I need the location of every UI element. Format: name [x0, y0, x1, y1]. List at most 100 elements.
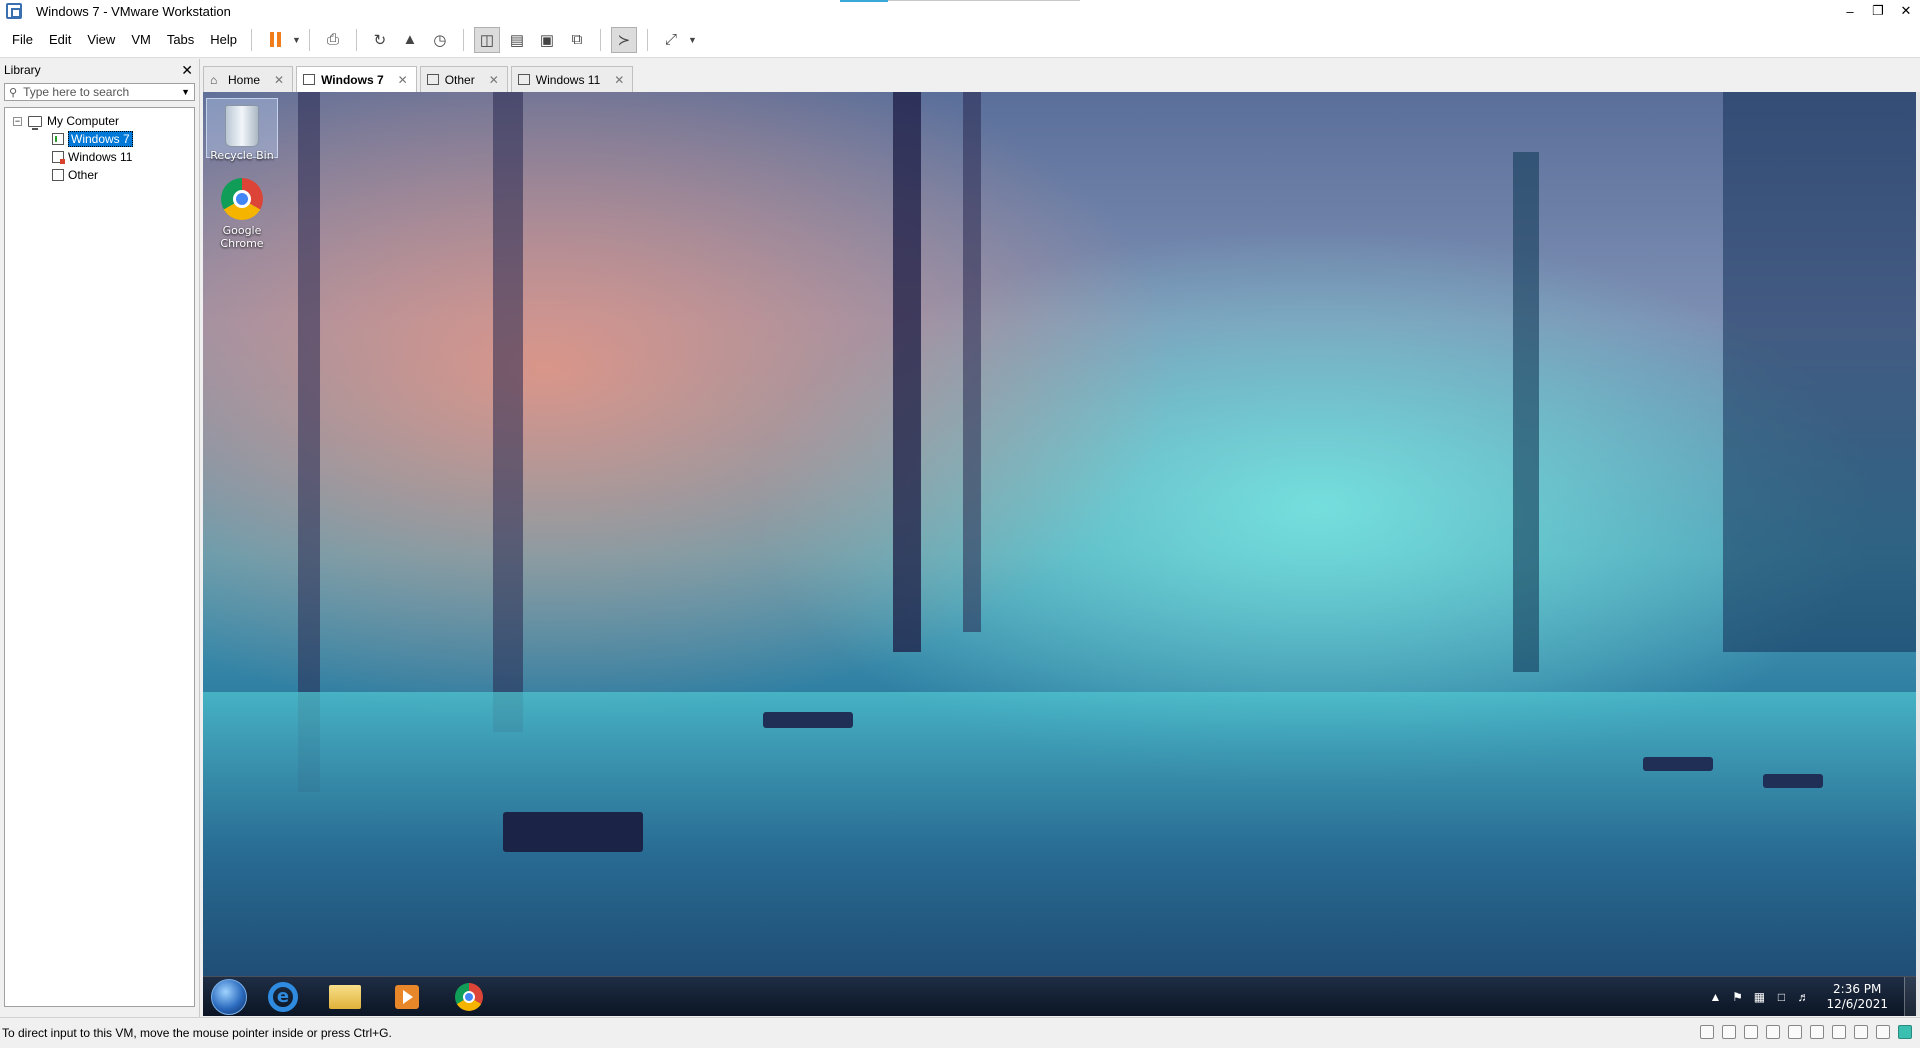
toolbar-separator — [599, 28, 601, 51]
power-dropdown-icon[interactable]: ▼ — [292, 35, 301, 45]
maximize-button[interactable]: ❐ — [1864, 0, 1892, 22]
message-log-icon[interactable] — [1898, 1025, 1912, 1039]
system-tray: ▲ ⚑ ▦ □ ♬ 2:36 PM 12/6/2021 — [1708, 977, 1888, 1016]
taskbar-media-player[interactable] — [381, 978, 433, 1016]
menu-vm[interactable]: VM — [125, 32, 157, 47]
volume-icon[interactable]: ♬ — [1796, 990, 1810, 1004]
tab-home[interactable]: ⌂ Home ✕ — [203, 66, 294, 92]
stretch-dropdown-icon[interactable]: ▼ — [688, 35, 697, 45]
cd-dvd-icon[interactable] — [1722, 1025, 1736, 1039]
desktop-icon-recycle-bin[interactable]: Recycle Bin — [206, 98, 278, 162]
show-desktop-button[interactable] — [1904, 977, 1916, 1016]
vm-icon — [52, 169, 64, 181]
close-tab-icon[interactable]: ✕ — [614, 73, 624, 87]
tree-label: My Computer — [47, 114, 120, 128]
tree-item-my-computer[interactable]: − My Computer — [5, 112, 194, 130]
library-tree: − My Computer Windows 7 Windows 11 Other — [4, 107, 195, 1007]
tab-windows-11[interactable]: Windows 11 ✕ — [510, 66, 634, 92]
tab-label: Home — [228, 72, 261, 87]
show-library-button[interactable]: ◫ — [473, 26, 500, 53]
tab-bar: ⌂ Home ✕ Windows 7 ✕ Other ✕ Windows 11 … — [203, 66, 1920, 92]
desktop-icon-label: Recycle Bin — [210, 149, 274, 162]
vm-icon — [52, 151, 65, 164]
wallpaper-rock — [1763, 774, 1823, 788]
close-tab-icon[interactable]: ✕ — [398, 73, 408, 87]
windows-start-icon[interactable] — [211, 978, 247, 1015]
toolbar-separator — [251, 28, 253, 51]
tree-label: Windows 7 — [68, 131, 133, 147]
tree-item-windows-7[interactable]: Windows 7 — [5, 130, 194, 148]
floppy-icon[interactable] — [1744, 1025, 1758, 1039]
toolbar-separator — [646, 28, 648, 51]
toolbar-separator — [355, 28, 357, 51]
tab-windows-7[interactable]: Windows 7 ✕ — [296, 66, 417, 92]
network-icon[interactable]: □ — [1774, 990, 1788, 1004]
recycle-bin-icon — [225, 105, 259, 147]
tree-label: Other — [68, 168, 99, 182]
full-screen-button[interactable]: ▣ — [534, 27, 560, 53]
close-tab-icon[interactable]: ✕ — [489, 73, 499, 87]
menu-view[interactable]: View — [81, 32, 121, 47]
status-message: To direct input to this VM, move the mou… — [2, 1026, 392, 1040]
minimize-button[interactable]: – — [1836, 0, 1864, 22]
pause-icon — [269, 32, 281, 47]
tree-item-other[interactable]: Other — [5, 166, 194, 184]
wallpaper-rock — [763, 712, 853, 728]
camera-icon[interactable] — [1832, 1025, 1846, 1039]
tray-app-icon[interactable]: ▦ — [1752, 990, 1766, 1004]
folder-icon — [329, 984, 361, 1009]
menu-help[interactable]: Help — [204, 32, 243, 47]
taskbar-clock[interactable]: 2:36 PM 12/6/2021 — [1826, 982, 1888, 1012]
media-player-icon — [395, 984, 419, 1009]
clock-date: 12/6/2021 — [1826, 997, 1888, 1011]
close-library-icon[interactable]: ✕ — [181, 62, 193, 79]
chrome-icon — [455, 982, 483, 1011]
toolbar-separator — [462, 28, 464, 51]
wallpaper-rock — [503, 812, 643, 852]
library-header: Library ✕ — [0, 59, 199, 81]
snapshot-button[interactable]: ↻ — [367, 27, 393, 53]
tree-item-windows-11[interactable]: Windows 11 — [5, 148, 194, 166]
close-tab-icon[interactable]: ✕ — [274, 73, 284, 87]
menu-edit[interactable]: Edit — [43, 32, 77, 47]
wallpaper-water — [203, 692, 1916, 1016]
usb-icon[interactable] — [1788, 1025, 1802, 1039]
tab-label: Windows 11 — [535, 72, 601, 87]
action-center-flag-icon[interactable]: ⚑ — [1730, 990, 1744, 1004]
snapshot-manager-button[interactable]: ◷ — [427, 27, 453, 53]
send-ctrl-alt-del-button[interactable]: ⎙ — [320, 27, 346, 53]
library-search-input[interactable] — [23, 85, 164, 99]
library-panel: Library ✕ ⚲ ▼ − My Computer Windows 7 Wi… — [0, 59, 200, 1017]
sound-card-icon[interactable] — [1810, 1025, 1824, 1039]
desktop-icon-label: Google Chrome — [220, 224, 264, 250]
search-dropdown-icon[interactable]: ▼ — [181, 87, 190, 97]
stretch-guest-button[interactable]: ⤢ — [658, 27, 684, 53]
menu-file[interactable]: File — [6, 32, 39, 47]
revert-snapshot-button[interactable]: ▲ — [397, 27, 423, 53]
pause-button[interactable] — [262, 27, 288, 53]
taskbar-google-chrome[interactable] — [443, 978, 495, 1016]
wallpaper-tree — [1513, 152, 1539, 672]
hard-disk-icon[interactable] — [1700, 1025, 1714, 1039]
console-view-button[interactable]: ≻ — [610, 26, 637, 53]
show-hidden-icons-icon[interactable]: ▲ — [1708, 990, 1722, 1004]
unity-button[interactable]: ⧉ — [564, 27, 590, 53]
vm-icon — [517, 74, 530, 85]
tab-other[interactable]: Other ✕ — [419, 66, 508, 92]
wallpaper-tree — [893, 92, 921, 652]
vm-running-icon — [303, 74, 316, 85]
taskbar-internet-explorer[interactable]: e — [257, 978, 309, 1016]
desktop-icon-chrome[interactable]: Google Chrome — [206, 174, 278, 250]
display-icon[interactable] — [1876, 1025, 1890, 1039]
vm-console[interactable]: Recycle Bin Google Chrome e ▲ ⚑ ▦ □ ♬ 2:… — [203, 92, 1916, 1016]
printer-icon[interactable] — [1854, 1025, 1868, 1039]
menu-tabs[interactable]: Tabs — [161, 32, 200, 47]
collapse-icon[interactable]: − — [13, 116, 22, 126]
network-adapter-icon[interactable] — [1766, 1025, 1780, 1039]
menu-toolbar: File Edit View VM Tabs Help ▼ ⎙ ↻ ▲ ◷ ◫ … — [0, 22, 1920, 58]
search-icon: ⚲ — [9, 86, 18, 99]
taskbar-windows-explorer[interactable] — [319, 978, 371, 1016]
thumbnail-bar-button[interactable]: ▤ — [504, 27, 530, 53]
close-button[interactable]: ✕ — [1892, 0, 1920, 22]
chrome-icon — [221, 178, 263, 220]
